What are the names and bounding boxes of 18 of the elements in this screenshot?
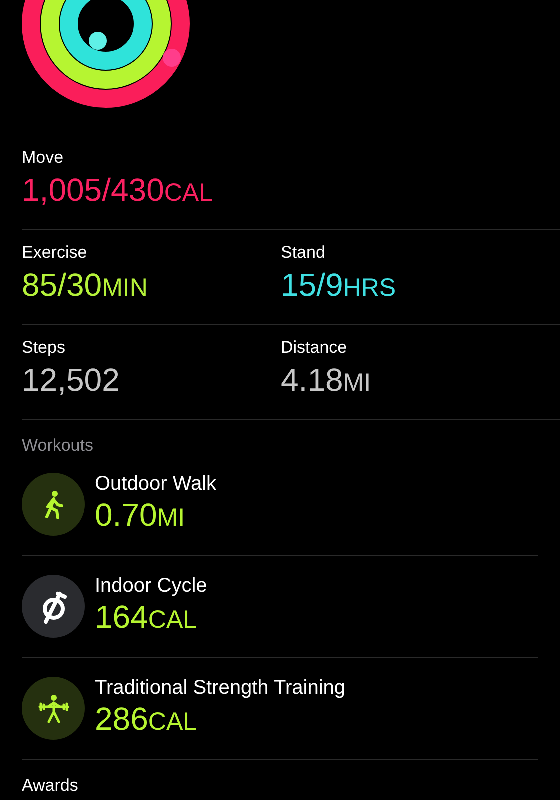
workout-name: Traditional Strength Training <box>95 676 346 700</box>
workout-value: 164CAL <box>95 598 198 637</box>
stat-label: Stand <box>281 242 326 264</box>
stat-value: 1,005/430CAL <box>22 171 214 210</box>
stat-value: 85/30MIN <box>22 266 149 305</box>
stat-label: Distance <box>281 337 348 359</box>
stat-value: 15/9HRS <box>281 266 398 305</box>
workout-value: 286CAL <box>95 700 198 739</box>
workout-name: Indoor Cycle <box>95 574 208 598</box>
stat-label: Move <box>22 147 65 169</box>
stat-label: Steps <box>22 337 66 359</box>
section-heading: Workouts <box>22 435 94 454</box>
stat-value: 12,502 <box>22 361 121 399</box>
stat-value: 4.18MI <box>281 361 372 400</box>
section-heading: Awards <box>22 775 80 797</box>
workout-name: Outdoor Walk <box>95 472 217 496</box>
stat-label: Exercise <box>22 242 88 264</box>
workout-value: 0.70MI <box>95 496 186 535</box>
